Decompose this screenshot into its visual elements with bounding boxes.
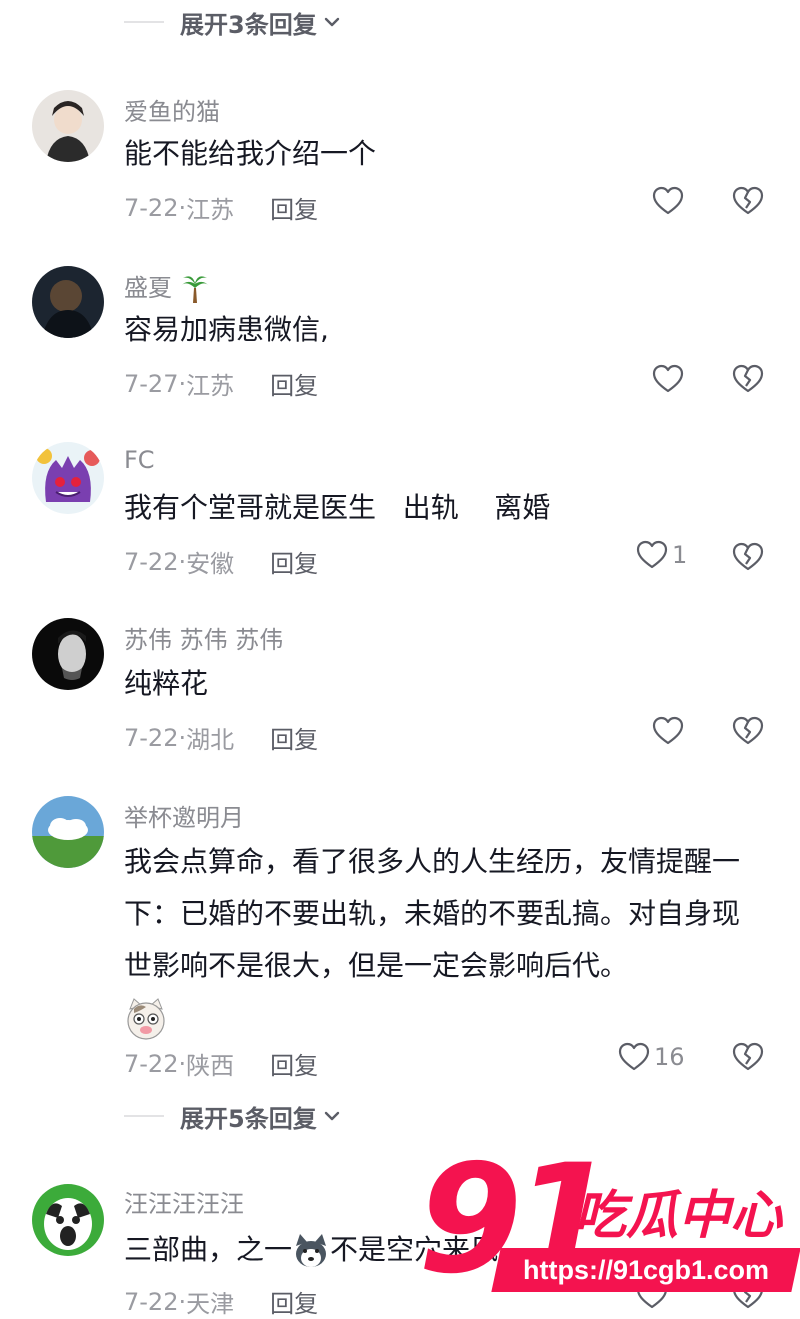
husky-dog-icon bbox=[296, 1234, 327, 1267]
avatar[interactable] bbox=[32, 442, 104, 514]
expand-replies-label: 展开3条回复 bbox=[180, 10, 317, 39]
reply-button[interactable]: 回复 bbox=[270, 190, 318, 225]
comment-date: 7-22 bbox=[124, 1287, 179, 1316]
comment-location: 江苏 bbox=[186, 372, 235, 400]
meta-separator: · bbox=[178, 369, 187, 398]
comment-text-content: 我会点算命，看了很多人的人生经历，友情提醒一下：已婚的不要出轨，未婚的不要乱搞。… bbox=[124, 845, 741, 982]
reply-button[interactable]: 回复 bbox=[270, 1046, 318, 1081]
comment-text: 能不能给我介绍一个 bbox=[124, 137, 377, 170]
username[interactable]: FC bbox=[124, 446, 155, 474]
avatar[interactable] bbox=[32, 90, 104, 162]
chevron-down-icon bbox=[324, 17, 339, 27]
like-button[interactable]: 1 bbox=[636, 540, 687, 570]
comment-date: 7-22 bbox=[124, 547, 179, 576]
broken-heart-icon[interactable] bbox=[732, 364, 764, 394]
comment-meta: 7-22 · 陕西 回复 bbox=[124, 1046, 318, 1081]
comment-location: 陕西 bbox=[186, 1052, 235, 1080]
reply-button[interactable]: 回复 bbox=[270, 720, 318, 755]
watermark-url: https://91cgb1.com bbox=[522, 1255, 770, 1285]
expand-replies-label: 展开5条回复 bbox=[180, 1104, 317, 1133]
username[interactable]: 盛夏 bbox=[124, 268, 210, 304]
like-count: 1 bbox=[672, 541, 688, 569]
comment-meta: 7-22 · 湖北 回复 bbox=[124, 720, 318, 755]
heart-icon bbox=[636, 540, 668, 569]
comment-location: 江苏 bbox=[186, 196, 235, 224]
comment-text: 纯粹花 bbox=[124, 667, 209, 700]
comment-date: 7-22 bbox=[124, 1049, 179, 1078]
comment-date: 7-22 bbox=[124, 723, 179, 752]
comment-text: 我会点算命，看了很多人的人生经历，友情提醒一下：已婚的不要出轨，未婚的不要乱搞。… bbox=[124, 836, 764, 1044]
like-button[interactable] bbox=[652, 364, 684, 394]
like-button[interactable]: 16 bbox=[618, 1042, 685, 1072]
heart-icon bbox=[652, 716, 684, 745]
username[interactable]: 爱鱼的猫 bbox=[124, 92, 220, 127]
meta-separator: · bbox=[178, 1287, 187, 1316]
chevron-down-icon bbox=[324, 1111, 339, 1121]
watermark-name: 吃瓜中心 bbox=[574, 1186, 783, 1246]
divider bbox=[124, 21, 164, 23]
watermark-url-banner: https://91cgb1.com bbox=[491, 1248, 800, 1292]
username[interactable]: 苏伟 苏伟 苏伟 bbox=[124, 620, 283, 655]
like-count: 16 bbox=[654, 1043, 685, 1071]
reply-button[interactable]: 回复 bbox=[270, 544, 318, 579]
comment-meta: 7-27 · 江苏 回复 bbox=[124, 366, 318, 401]
like-button[interactable] bbox=[652, 716, 684, 746]
comment-meta: 7-22 · 江苏 回复 bbox=[124, 190, 318, 225]
comment-meta: 7-22 · 安徽 回复 bbox=[124, 544, 318, 579]
divider bbox=[124, 1115, 164, 1117]
comment-text: 容易加病患微信, bbox=[124, 313, 329, 346]
username[interactable]: 汪汪汪汪汪 bbox=[124, 1184, 244, 1219]
heart-icon bbox=[652, 364, 684, 393]
avatar[interactable] bbox=[32, 266, 104, 338]
palm-tree-icon bbox=[180, 276, 209, 303]
comment-date: 7-27 bbox=[124, 369, 179, 398]
heart-icon bbox=[652, 186, 684, 215]
like-button[interactable] bbox=[652, 186, 684, 216]
broken-heart-icon[interactable] bbox=[732, 186, 764, 216]
broken-heart-icon[interactable] bbox=[732, 1042, 764, 1072]
reply-button[interactable]: 回复 bbox=[270, 1284, 318, 1319]
comment-location: 湖北 bbox=[186, 726, 235, 754]
username-text: 盛夏 bbox=[124, 274, 172, 302]
avatar[interactable] bbox=[32, 618, 104, 690]
broken-heart-icon[interactable] bbox=[732, 542, 764, 572]
meta-separator: · bbox=[178, 1049, 187, 1078]
reply-button[interactable]: 回复 bbox=[270, 366, 318, 401]
meta-separator: · bbox=[178, 547, 187, 576]
watermark-logo: 91 吃瓜中心 https://91cgb1.com bbox=[418, 1140, 800, 1311]
username[interactable]: 举杯邀明月 bbox=[124, 798, 244, 833]
comment-meta: 7-22 · 天津 回复 bbox=[124, 1284, 318, 1319]
comment-date: 7-22 bbox=[124, 193, 179, 222]
comment-location: 安徽 bbox=[186, 550, 235, 578]
comment-location: 天津 bbox=[186, 1290, 235, 1318]
broken-heart-icon[interactable] bbox=[732, 716, 764, 746]
expand-replies-button[interactable]: 展开3条回复 bbox=[124, 2, 341, 42]
meta-separator: · bbox=[178, 193, 187, 222]
avatar[interactable] bbox=[32, 796, 104, 868]
avatar[interactable] bbox=[32, 1184, 104, 1256]
comment-text-part: 三部曲，之一 bbox=[124, 1233, 293, 1266]
heart-icon bbox=[618, 1042, 650, 1071]
cat-face-icon bbox=[127, 998, 165, 1040]
comment-text: 我有个堂哥就是医生 出轨 离婚 bbox=[124, 491, 551, 524]
expand-replies-button[interactable]: 展开5条回复 bbox=[124, 1096, 341, 1136]
meta-separator: · bbox=[178, 723, 187, 752]
